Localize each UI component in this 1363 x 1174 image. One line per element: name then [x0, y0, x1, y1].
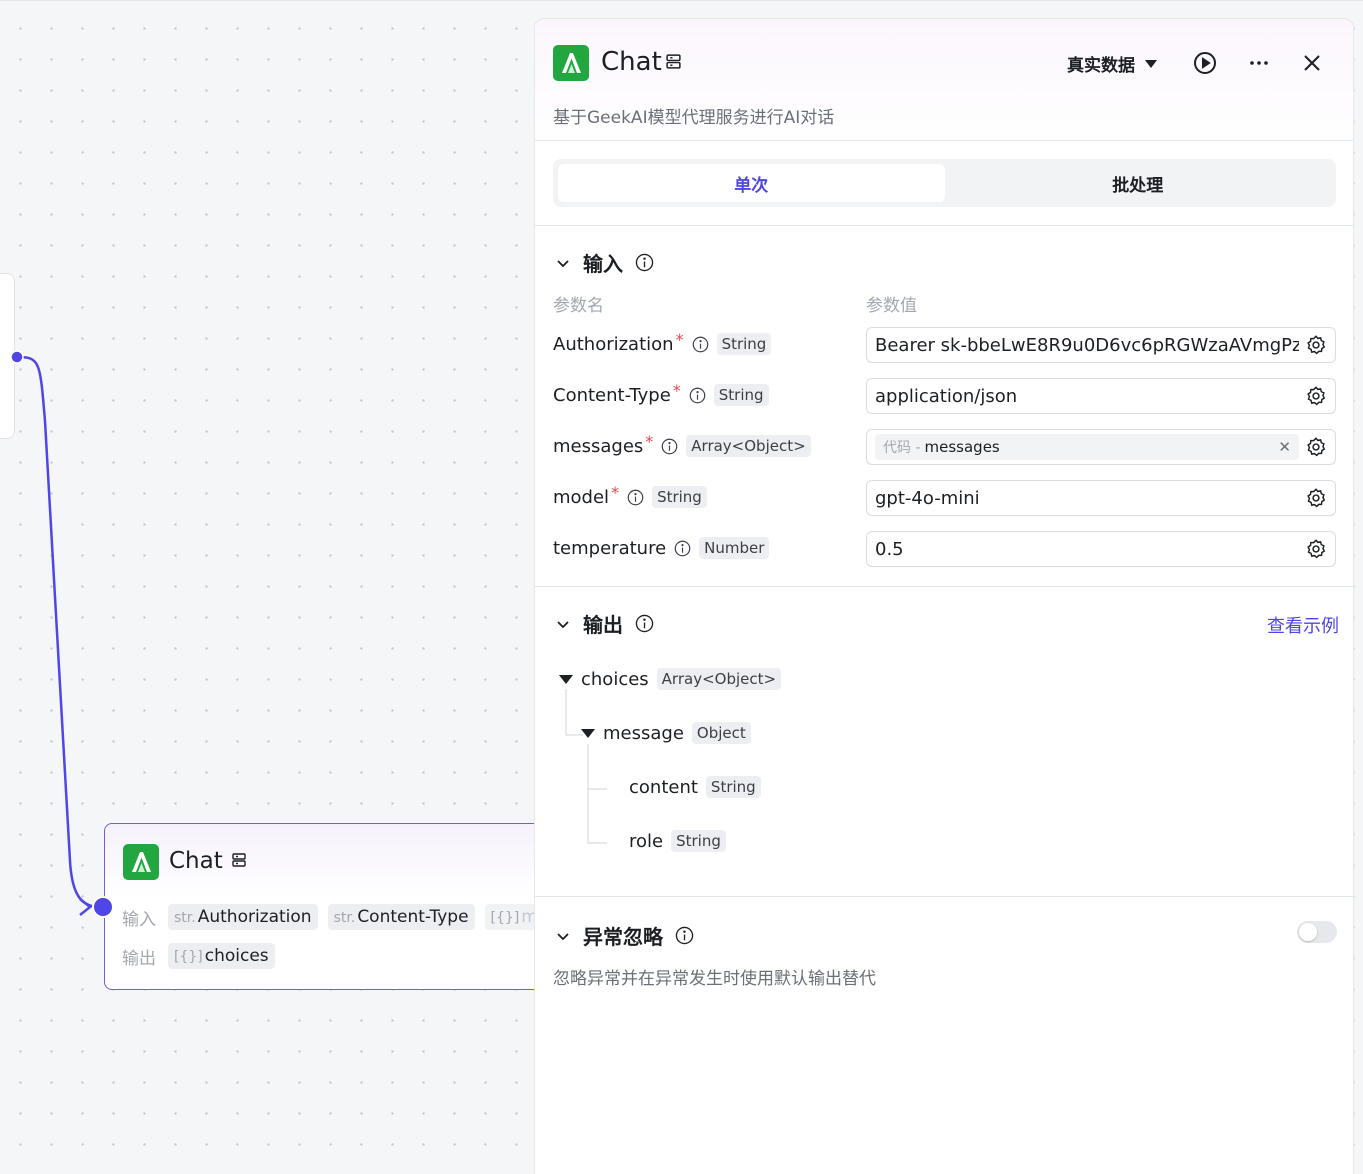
node-output-row: 输出 [{}] choices — [122, 943, 275, 969]
output-field-name: choices — [581, 668, 649, 690]
error-ignore-toggle[interactable] — [1297, 921, 1337, 943]
node-input-name: Content-Type — [357, 907, 469, 927]
database-icon — [231, 852, 247, 872]
type-pill: Array<Object> — [656, 668, 782, 690]
node-input-row: 输入 str. Authorization str. Content-Type … — [122, 904, 555, 930]
type-pill: String — [705, 776, 761, 798]
expand-triangle-icon[interactable] — [559, 674, 573, 684]
output-tree-node-message: message Object — [581, 722, 751, 744]
chat-node[interactable]: Chat 输入 str. Authorization str. Content-… — [92, 823, 564, 990]
type-pill: String — [671, 830, 726, 852]
error-ignore-title: 异常忽略 — [583, 925, 663, 949]
type-pill: Object — [691, 722, 751, 744]
node-input-name: Authorization — [197, 907, 312, 927]
expand-triangle-icon[interactable] — [581, 728, 595, 738]
node-input-port[interactable] — [92, 896, 114, 918]
type-prefix: [{}] — [490, 910, 520, 926]
output-field-name: message — [603, 722, 684, 744]
tree-connector-lines — [565, 689, 607, 844]
node-input-pill: str. Content-Type — [327, 904, 475, 930]
node-title: Chat — [169, 848, 223, 874]
connection-edge[interactable] — [0, 1, 120, 931]
type-prefix: str. — [174, 910, 196, 926]
node-output-pill: [{}] choices — [168, 943, 275, 969]
chevron-down-icon — [557, 932, 569, 940]
node-output-name: choices — [204, 946, 269, 966]
node-input-pill: str. Authorization — [168, 904, 318, 930]
output-tree-node-content: content String — [629, 776, 761, 798]
geekai-logo-icon — [123, 844, 159, 884]
divider — [535, 896, 1353, 897]
error-ignore-description: 忽略异常并在异常发生时使用默认输出替代 — [553, 969, 876, 989]
output-tree-node-choices: choices Array<Object> — [559, 668, 782, 690]
output-field-name: role — [629, 830, 664, 852]
output-field-name: content — [629, 776, 698, 798]
type-prefix: str. — [333, 910, 356, 926]
error-ignore-section-header[interactable]: 异常忽略 — [555, 921, 694, 950]
node-config-panel: Chat 真实数据 基于GeekAI模型代理服务进行AI对话 单次 批处理 输入… — [534, 18, 1354, 1174]
type-prefix: [{}] — [174, 949, 203, 965]
node-input-label: 输入 — [122, 909, 156, 930]
toggle-knob — [1299, 923, 1317, 941]
info-icon[interactable] — [675, 926, 694, 945]
output-tree-node-role: role String — [629, 830, 726, 852]
node-output-label: 输出 — [122, 948, 156, 969]
